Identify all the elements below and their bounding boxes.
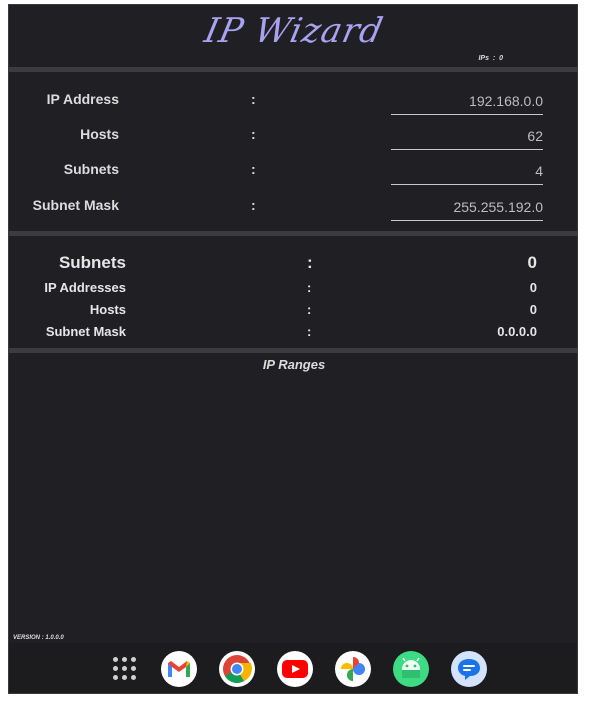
result-subnets-separator: : [307, 253, 313, 272]
photos-icon[interactable] [335, 651, 371, 687]
app-drawer-icon[interactable] [113, 657, 137, 681]
result-subnets-label: Subnets [58, 253, 126, 272]
gmail-icon[interactable] [161, 651, 197, 687]
result-ip-addresses-value: 0 [529, 280, 537, 295]
result-subnet-mask-label: Subnet Mask [45, 324, 126, 339]
ips-count: 0 [499, 55, 503, 62]
ips-separator: : [492, 55, 496, 62]
app-title: IP Wizard [200, 11, 388, 51]
version-info: VERSION : 1.0.0.0 [13, 635, 64, 641]
result-subnet-mask-separator: : [307, 324, 312, 339]
taskbar-dock [9, 643, 577, 693]
subnet-mask-label: Subnet Mask [32, 197, 119, 213]
subnets-input[interactable]: 4 [391, 163, 543, 185]
header-divider [9, 67, 577, 72]
ip-address-label: IP Address [46, 91, 119, 107]
subnet-mask-input[interactable]: 255.255.192.0 [391, 199, 543, 221]
result-subnet-mask-value: 0.0.0.0 [497, 324, 537, 339]
subnet-mask-separator: : [251, 197, 256, 213]
result-subnets-value: 0 [527, 253, 537, 272]
result-hosts-value: 0 [529, 302, 537, 317]
version-label: VERSION [13, 635, 41, 641]
hosts-row: Hosts : 62 [9, 126, 577, 160]
version-value: 1.0.0.0 [45, 635, 64, 641]
results-divider [9, 348, 577, 353]
result-hosts-separator: : [307, 302, 312, 317]
subnet-mask-row: Subnet Mask : 255.255.192.0 [9, 197, 577, 231]
result-ip-addresses-separator: : [307, 280, 312, 295]
ip-address-input[interactable]: 192.168.0.0 [391, 93, 543, 115]
hosts-label: Hosts [80, 126, 119, 142]
android-icon[interactable] [393, 651, 429, 687]
ip-address-row: IP Address : 192.168.0.0 [9, 91, 577, 125]
subnets-row: Subnets : 4 [9, 161, 577, 195]
result-ip-addresses-label: IP Addresses [44, 280, 126, 295]
version-separator: : [41, 635, 44, 641]
hosts-separator: : [251, 126, 256, 142]
youtube-icon[interactable] [277, 651, 313, 687]
app-window: IP Wizard IPs : 0 IP Address : 192.168.0… [8, 4, 578, 694]
ip-ranges-title: IP Ranges [262, 357, 326, 372]
subnets-separator: : [251, 161, 256, 177]
messages-icon[interactable] [451, 651, 487, 687]
ips-label: IPs [478, 55, 489, 62]
chrome-icon[interactable] [219, 651, 255, 687]
inputs-divider [9, 231, 577, 236]
subnets-label: Subnets [63, 161, 119, 177]
hosts-input[interactable]: 62 [391, 128, 543, 150]
result-hosts-label: Hosts [89, 302, 126, 317]
app-header: IP Wizard IPs : 0 [9, 5, 577, 67]
ip-address-separator: : [251, 91, 256, 107]
ips-counter: IPs : 0 [478, 55, 503, 62]
